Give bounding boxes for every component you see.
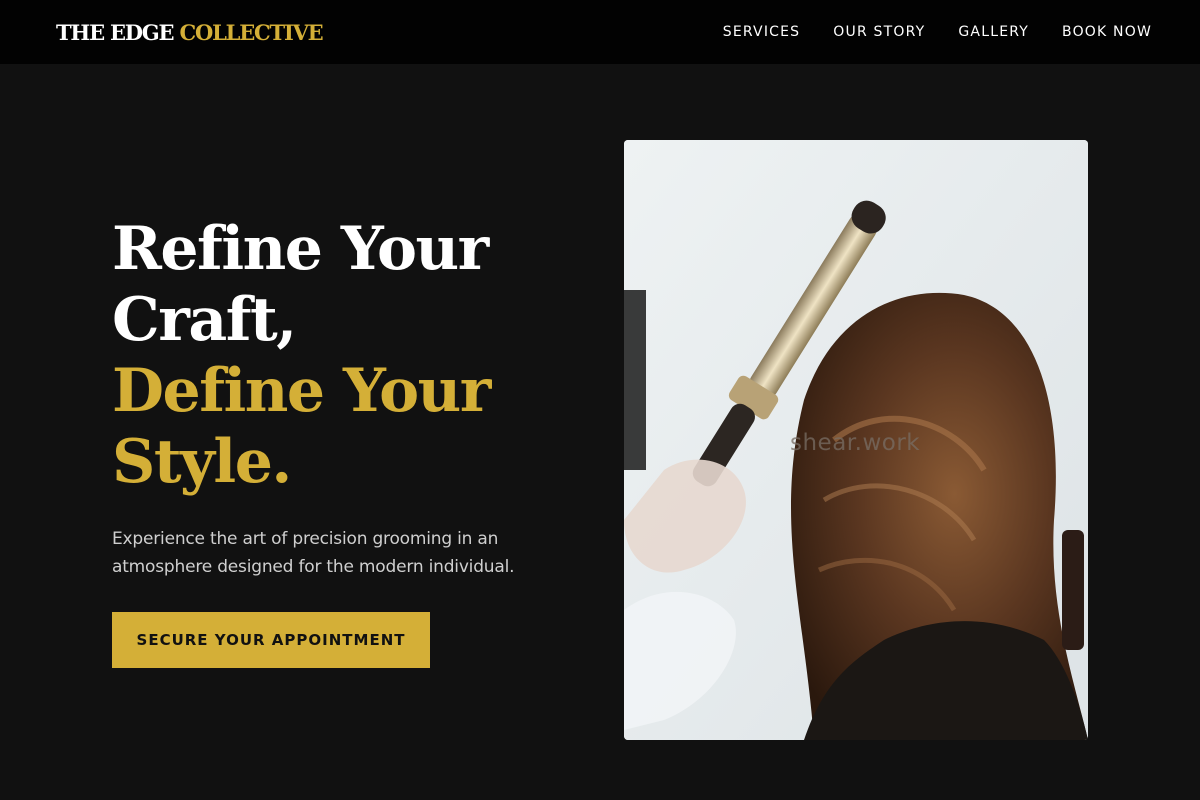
hero-subtitle: Experience the art of precision grooming… <box>112 529 515 577</box>
secure-appointment-button[interactable]: SECURE YOUR APPOINTMENT <box>112 612 430 668</box>
nav-link-book-now[interactable]: BOOK NOW <box>1062 22 1152 42</box>
nav-link-our-story[interactable]: OUR STORY <box>833 22 925 42</box>
hero-headline: Refine Your Craft, Define Your Style. <box>112 214 572 498</box>
brand-logo[interactable]: THE EDGE COLLECTIVE <box>56 19 324 47</box>
image-watermark: shear.work <box>790 430 921 456</box>
brand-name-accent: COLLECTIVE <box>179 20 323 45</box>
headline-line-4: Style. <box>112 427 292 497</box>
nav-menu: SERVICES OUR STORY GALLERY BOOK NOW <box>690 22 1152 42</box>
nav-link-gallery[interactable]: GALLERY <box>958 22 1029 42</box>
top-nav: THE EDGE COLLECTIVE SERVICES OUR STORY G… <box>0 0 1200 64</box>
nav-link-services[interactable]: SERVICES <box>723 22 801 42</box>
headline-line-3: Define Your <box>112 356 491 426</box>
brand-name-primary: THE EDGE <box>56 20 175 45</box>
headline-line-1: Refine Your <box>112 214 489 284</box>
headline-line-2: Craft, <box>112 285 297 355</box>
